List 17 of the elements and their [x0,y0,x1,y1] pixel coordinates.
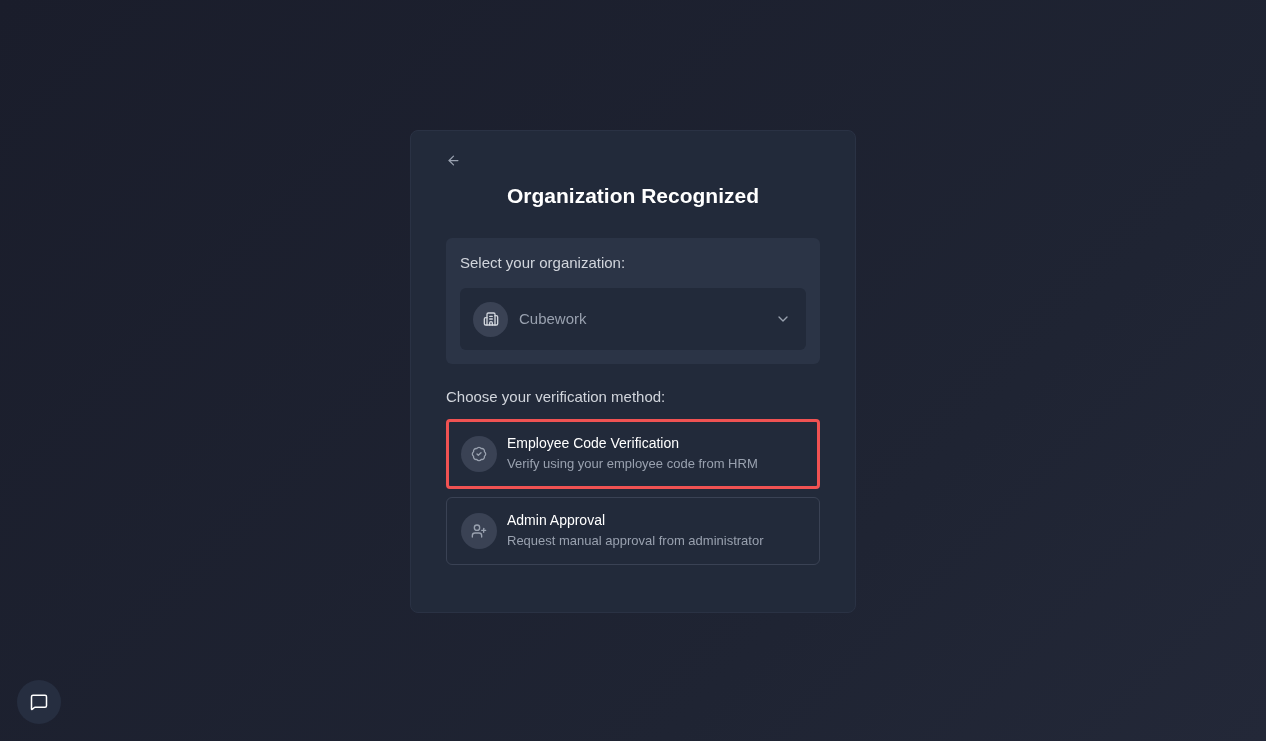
card-title: Organization Recognized [506,183,760,209]
option-description: Request manual approval from administrator [507,532,764,551]
organization-value: Cubework [519,308,587,329]
option-title: Employee Code Verification [507,434,680,454]
verification-option[interactable]: Employee Code Verification Verify using your employee code from HRM [446,418,820,489]
chat-bubble-icon [30,693,48,711]
organization-select[interactable]: Cubework [460,288,806,350]
badge-check-icon [471,445,487,462]
building-icon [473,301,508,337]
chat-button[interactable] [17,680,61,724]
methods-label: Choose your verification method: [446,387,667,407]
option-title: Admin Approval [507,511,607,531]
option-description: Verify using your employee code from HRM [507,455,758,474]
organization-label: Select your organization: [460,252,627,273]
verification-option[interactable]: Admin Approval Request manual approval from administrator [446,496,820,565]
back-button[interactable] [446,153,461,168]
user-plus-icon [471,522,487,539]
